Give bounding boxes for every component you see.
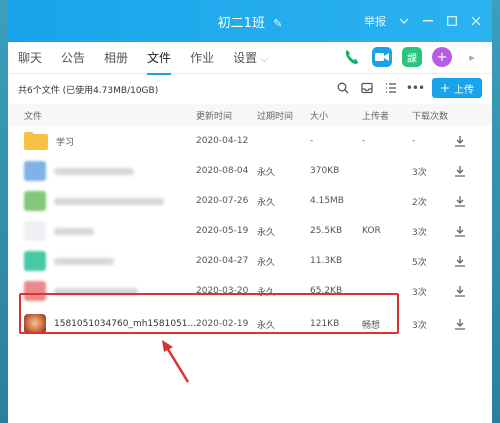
file-name: 学习 [56,137,75,148]
plus-icon: + [439,81,450,95]
file-size: 25.5KB [310,226,343,236]
file-size: 370KB [310,166,340,176]
download-icon[interactable] [454,306,466,342]
update-time: 2020-08-04 [196,166,249,176]
minimize-icon[interactable] [422,15,434,27]
download-count: - [412,136,416,146]
upload-label: 上传 [454,84,474,96]
uploader: - [362,136,366,146]
edit-icon[interactable]: ✎ [273,17,282,30]
tab-settings-label: 设置 [233,51,258,65]
file-size: 11.3KB [310,256,343,266]
maximize-icon[interactable] [446,15,458,27]
class-icon[interactable]: 課 [402,47,422,67]
inbox-icon[interactable] [360,81,374,95]
phone-icon[interactable] [342,47,362,67]
list-view-icon[interactable] [384,81,398,95]
tab-settings[interactable]: 设置 ⌵ [233,43,268,72]
blurred-file-name [54,197,164,205]
folder-icon [24,132,48,150]
chevron-down-icon: ⌵ [260,55,268,65]
table-row[interactable]: 2020-07-26 永久 4.15MB 2次 [8,186,492,216]
table-row[interactable]: 2020-05-19 永久 25.5KB KOR 3次 [8,216,492,246]
col-downloads[interactable]: 下载次数 [412,104,448,126]
file-thumbnail [24,161,46,181]
table-row[interactable]: 2020-08-04 永久 370KB 3次 [8,156,492,186]
blurred-file-name [54,167,134,175]
download-icon[interactable] [454,216,466,246]
download-count: 5次 [412,257,427,268]
desktop-background-right [492,0,500,423]
file-thumbnail [24,221,46,241]
video-call-icon[interactable] [372,47,392,67]
desktop-background-left [0,0,8,423]
tab-album[interactable]: 相册 [104,43,128,72]
tab-homework[interactable]: 作业 [190,43,214,72]
tab-announcement[interactable]: 公告 [61,43,85,72]
col-name[interactable]: 文件 [24,104,194,126]
highlight-box [19,293,399,334]
search-icon[interactable] [336,81,350,95]
blurred-file-name [54,227,94,235]
expire-time: 永久 [257,197,276,208]
download-icon[interactable] [454,276,466,306]
table-header: 文件 更新时间 过期时间 大小 上传者 下载次数 [8,104,492,126]
chevron-down-icon[interactable] [398,15,410,27]
file-summary: 共6个文件 (已使用4.73MB/10GB) [18,85,159,96]
update-time: 2020-04-12 [196,136,249,146]
download-count: 3次 [412,287,427,298]
table-row[interactable]: 学习 2020-04-12 - - - [8,126,492,156]
download-count: 2次 [412,197,427,208]
report-link[interactable]: 举报 [364,13,386,29]
close-icon[interactable] [470,15,482,27]
table-row[interactable]: 2020-04-27 永久 11.3KB 5次 [8,246,492,276]
tab-bar: 聊天 公告 相册 文件 作业 设置 ⌵ 課 + ▸ [8,42,492,75]
download-count: 3次 [412,167,427,178]
file-size: - [310,136,314,146]
file-toolbar: 共6个文件 (已使用4.73MB/10GB) ••• + 上传 [8,74,492,104]
tab-files[interactable]: 文件 [147,43,172,75]
download-count: 3次 [412,320,427,331]
blurred-file-name [54,257,114,265]
more-apps-icon[interactable]: ▸ [462,47,482,67]
expire-time: 永久 [257,227,276,238]
expire-time: 永久 [257,257,276,268]
file-thumbnail [24,191,46,211]
tab-chat[interactable]: 聊天 [18,43,42,72]
download-icon[interactable] [454,186,466,216]
col-time[interactable]: 更新时间 [196,104,232,126]
upload-button[interactable]: + 上传 [431,78,482,98]
add-app-icon[interactable]: + [432,47,452,67]
more-icon[interactable]: ••• [406,81,425,95]
col-expire[interactable]: 过期时间 [257,104,293,126]
col-uploader[interactable]: 上传者 [362,104,389,126]
col-size[interactable]: 大小 [310,104,328,126]
annotation-arrow [162,340,190,383]
file-size: 4.15MB [310,196,344,206]
update-time: 2020-05-19 [196,226,249,236]
download-count: 3次 [412,227,427,238]
group-chat-window: 初二1班 ✎ 举报 聊天 公告 相册 文件 作业 设置 ⌵ 課 + ▸ 共6个文… [8,0,492,423]
file-thumbnail [24,251,46,271]
title-bar[interactable]: 初二1班 ✎ 举报 [8,0,492,42]
uploader: KOR [362,226,381,236]
download-icon[interactable] [454,156,466,186]
expire-time: 永久 [257,167,276,178]
download-icon[interactable] [454,126,466,156]
update-time: 2020-04-27 [196,256,249,266]
download-icon[interactable] [454,246,466,276]
group-name: 初二1班 [217,16,265,31]
update-time: 2020-07-26 [196,196,249,206]
